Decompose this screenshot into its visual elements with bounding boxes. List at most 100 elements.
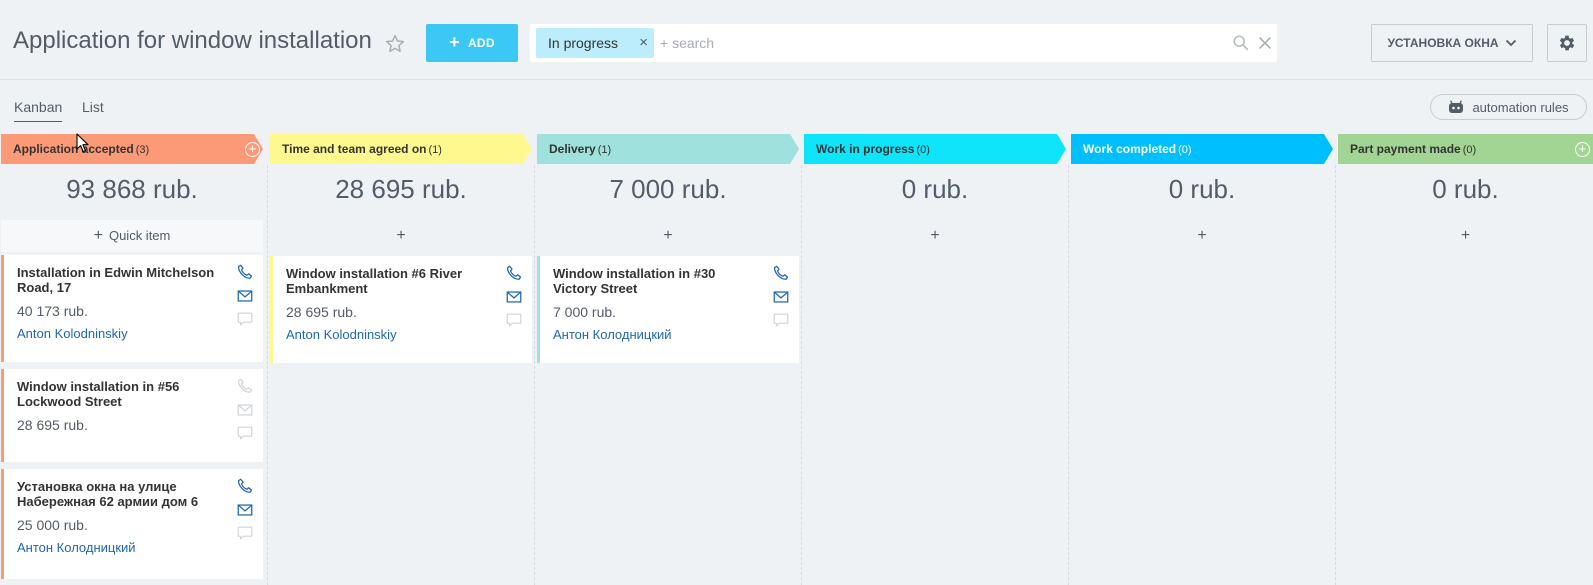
chat-icon[interactable]: [505, 311, 523, 329]
column-total: 0 rub.: [1168, 174, 1236, 204]
filter-tag-remove-icon[interactable]: ×: [639, 28, 648, 58]
add-item-button[interactable]: +: [270, 220, 532, 252]
column-divider: [267, 165, 268, 585]
phone-icon[interactable]: [505, 264, 523, 282]
kanban-column-work-in-progress: Work in progress (0) 0 rub. +: [804, 134, 1066, 585]
deal-card[interactable]: Window installation #6 River Embankment …: [270, 256, 532, 363]
kanban-column-delivery: Delivery (1) 7 000 rub. + Window installa…: [537, 134, 799, 585]
column-total: 0 rub.: [901, 174, 969, 204]
add-stage-icon[interactable]: +: [1575, 142, 1590, 157]
filter-search-box[interactable]: In progress ×: [530, 24, 1277, 62]
add-stage-icon[interactable]: +: [245, 142, 260, 157]
column-divider: [1068, 165, 1069, 585]
column-total: 7 000 rub.: [609, 174, 727, 204]
column-count: (0): [1462, 144, 1477, 156]
column-header[interactable]: Work in progress (0): [804, 134, 1066, 164]
kanban-column-application-accepted: Application accepted (3) + 93 868 rub. + Q…: [1, 134, 263, 585]
search-icon[interactable]: [1232, 34, 1250, 52]
plus-icon: +: [93, 227, 103, 244]
column-title: Time and team agreed on: [282, 142, 427, 156]
add-button[interactable]: + ADD: [426, 24, 518, 62]
deal-card[interactable]: Window installation in #56 Lockwood Stre…: [1, 369, 263, 462]
kanban-column-time-and-team-agreed: Time and team agreed on (1) 28 695 rub. +…: [270, 134, 532, 585]
card-responsible-user[interactable]: Антон Колодницкий: [17, 540, 136, 555]
column-header[interactable]: Time and team agreed on (1): [270, 134, 532, 164]
chat-icon[interactable]: [236, 524, 254, 542]
column-header[interactable]: Application accepted (3) +: [1, 134, 263, 164]
filter-tag[interactable]: In progress ×: [536, 28, 654, 58]
column-header[interactable]: Part payment made (0) +: [1338, 134, 1593, 164]
mail-icon[interactable]: [236, 401, 254, 419]
column-count: (0): [1178, 144, 1192, 156]
chat-icon[interactable]: [772, 311, 790, 329]
card-sum: 7 000 rub.: [553, 304, 617, 320]
mail-icon[interactable]: [772, 288, 790, 306]
card-responsible-user[interactable]: Anton Kolodninskiy: [286, 327, 397, 342]
chevron-down-icon: [1505, 39, 1516, 47]
column-count: (1): [428, 144, 442, 156]
column-divider: [801, 165, 802, 585]
clear-search-icon[interactable]: [1256, 34, 1274, 52]
add-item-button[interactable]: +: [804, 220, 1066, 252]
card-sum: 25 000 rub.: [17, 517, 88, 533]
column-divider: [534, 165, 535, 585]
deal-card[interactable]: Установка окна на улице Набережная 62 ар…: [1, 469, 263, 579]
column-header[interactable]: Delivery (1): [537, 134, 799, 164]
mail-icon[interactable]: [236, 287, 254, 305]
phone-icon[interactable]: [236, 477, 254, 495]
quick-item-button[interactable]: + Quick item: [1, 220, 263, 252]
card-title[interactable]: Window installation in #30 Victory Stree…: [553, 266, 758, 296]
deal-card[interactable]: Installation in Edwin Mitchelson Road, 1…: [1, 255, 263, 362]
card-responsible-user[interactable]: Антон Колодницкий: [553, 327, 672, 342]
add-button-label: ADD: [467, 36, 495, 50]
plus-icon: +: [449, 32, 460, 52]
column-title: Application accepted: [13, 142, 134, 156]
card-sum: 40 173 rub.: [17, 303, 88, 319]
column-title: Part payment made: [1350, 142, 1461, 156]
mail-icon[interactable]: [236, 501, 254, 519]
column-total: 28 695 rub.: [335, 174, 467, 204]
column-title: Delivery: [549, 142, 596, 156]
page-title: Application for window installation: [13, 27, 372, 54]
column-title: Work in progress: [816, 142, 915, 156]
column-header[interactable]: Work completed (0): [1071, 134, 1333, 164]
page-header: Application for window installation + AD…: [0, 0, 1593, 80]
automation-rules-button[interactable]: automation rules: [1430, 94, 1587, 120]
filter-tag-label: In progress: [548, 35, 619, 51]
kanban-column-part-payment-made: Part payment made (0) + 0 rub. +: [1338, 134, 1593, 585]
gear-icon: [1559, 35, 1575, 51]
automation-rules-label: automation rules: [1472, 99, 1569, 115]
tab-list[interactable]: List: [82, 99, 104, 115]
pipeline-label: УСТАНОВКА ОКНА: [1387, 36, 1499, 50]
card-title[interactable]: Installation in Edwin Mitchelson Road, 1…: [17, 265, 222, 295]
card-title[interactable]: Установка окна на улице Набережная 62 ар…: [17, 479, 222, 509]
phone-icon[interactable]: [772, 264, 790, 282]
card-sum: 28 695 rub.: [286, 304, 357, 320]
card-responsible-user[interactable]: Anton Kolodninskiy: [17, 326, 128, 341]
search-input[interactable]: [660, 30, 1220, 56]
column-total: 93 868 rub.: [66, 174, 198, 204]
column-count: (1): [597, 144, 612, 156]
star-icon[interactable]: [384, 33, 406, 55]
add-item-button[interactable]: +: [1071, 220, 1333, 252]
card-title[interactable]: Window installation in #56 Lockwood Stre…: [17, 379, 222, 409]
deal-card[interactable]: Window installation in #30 Victory Stree…: [537, 256, 799, 363]
card-title[interactable]: Window installation #6 River Embankment: [286, 266, 491, 296]
column-count: (3): [135, 144, 150, 156]
mouse-cursor-icon: [76, 133, 89, 153]
quick-item-label: Quick item: [108, 228, 171, 243]
mail-icon[interactable]: [505, 288, 523, 306]
robot-icon: [1449, 100, 1464, 113]
chat-icon[interactable]: [236, 310, 254, 328]
column-count: (0): [916, 144, 930, 156]
phone-icon[interactable]: [236, 263, 254, 281]
phone-icon[interactable]: [236, 377, 254, 395]
add-item-button[interactable]: +: [537, 220, 799, 252]
pipeline-select-button[interactable]: УСТАНОВКА ОКНА: [1371, 24, 1533, 62]
tab-kanban[interactable]: Kanban: [14, 99, 63, 122]
chat-icon[interactable]: [236, 424, 254, 442]
settings-button[interactable]: [1547, 24, 1587, 62]
column-divider: [1335, 165, 1336, 585]
add-item-button[interactable]: +: [1338, 220, 1593, 252]
column-title: Work completed: [1083, 142, 1177, 156]
